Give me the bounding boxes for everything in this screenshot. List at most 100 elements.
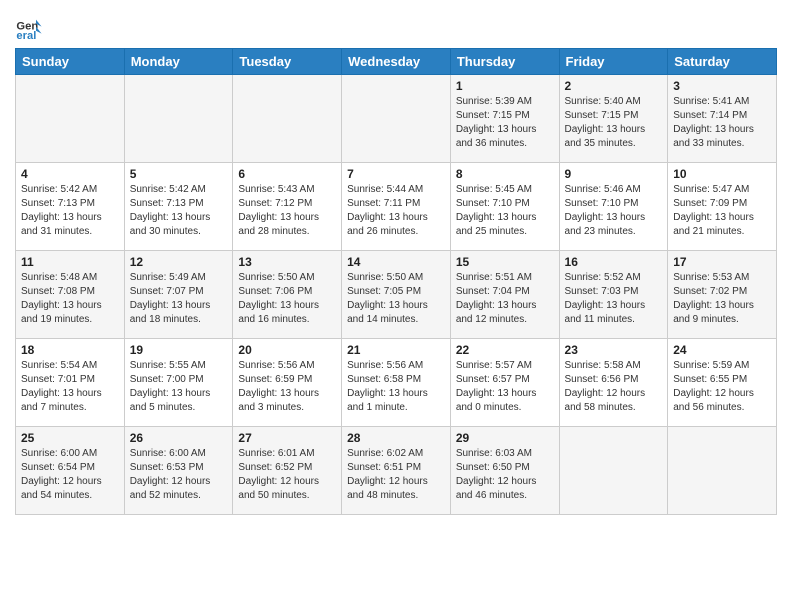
calendar-cell: 6 Sunrise: 5:43 AM Sunset: 7:12 PM Daylig… bbox=[233, 163, 342, 251]
day-number: 4 bbox=[21, 167, 119, 181]
cell-content: Sunrise: 5:56 AM Sunset: 6:59 PM Dayligh… bbox=[238, 359, 336, 415]
cell-content: Sunrise: 6:03 AM Sunset: 6:50 PM Dayligh… bbox=[456, 447, 554, 503]
calendar-cell: 7 Sunrise: 5:44 AM Sunset: 7:11 PM Daylig… bbox=[342, 163, 451, 251]
day-number: 21 bbox=[347, 343, 445, 357]
cell-content: Sunrise: 5:55 AM Sunset: 7:00 PM Dayligh… bbox=[130, 359, 228, 415]
week-row-3: 11Sunrise: 5:48 AM Sunset: 7:08 PM Dayli… bbox=[16, 251, 777, 339]
cell-content: Sunrise: 5:43 AM Sunset: 7:12 PM Dayligh… bbox=[238, 183, 336, 239]
day-number: 2 bbox=[565, 79, 663, 93]
calendar-cell: 12 Sunrise: 5:49 AM Sunset: 7:07 PM Dayli… bbox=[124, 251, 233, 339]
calendar-cell: 8 Sunrise: 5:45 AM Sunset: 7:10 PM Daylig… bbox=[450, 163, 559, 251]
day-number: 8 bbox=[456, 167, 554, 181]
cell-content: Sunrise: 6:00 AM Sunset: 6:54 PM Dayligh… bbox=[21, 447, 119, 503]
week-row-1: 1 Sunrise: 5:39 AM Sunset: 7:15 PM Daylig… bbox=[16, 75, 777, 163]
calendar-cell: 24 Sunrise: 5:59 AM Sunset: 6:55 PM Dayli… bbox=[668, 339, 777, 427]
svg-text:eral: eral bbox=[16, 30, 36, 42]
header-monday: Monday bbox=[124, 49, 233, 75]
header-friday: Friday bbox=[559, 49, 668, 75]
day-number: 17 bbox=[673, 255, 771, 269]
day-number: 16 bbox=[565, 255, 663, 269]
calendar-cell: 29 Sunrise: 6:03 AM Sunset: 6:50 PM Dayli… bbox=[450, 427, 559, 515]
header-sunday: Sunday bbox=[16, 49, 125, 75]
week-row-4: 18 Sunrise: 5:54 AM Sunset: 7:01 PM Dayli… bbox=[16, 339, 777, 427]
calendar-cell: 4 Sunrise: 5:42 AM Sunset: 7:13 PM Daylig… bbox=[16, 163, 125, 251]
calendar-cell: 16 Sunrise: 5:52 AM Sunset: 7:03 PM Dayli… bbox=[559, 251, 668, 339]
week-row-5: 25 Sunrise: 6:00 AM Sunset: 6:54 PM Dayli… bbox=[16, 427, 777, 515]
header-saturday: Saturday bbox=[668, 49, 777, 75]
calendar-cell: 17 Sunrise: 5:53 AM Sunset: 7:02 PM Dayli… bbox=[668, 251, 777, 339]
calendar-table: SundayMondayTuesdayWednesdayThursdayFrid… bbox=[15, 48, 777, 515]
calendar-cell: 15 Sunrise: 5:51 AM Sunset: 7:04 PM Dayli… bbox=[450, 251, 559, 339]
cell-content: Sunrise: 5:54 AM Sunset: 7:01 PM Dayligh… bbox=[21, 359, 119, 415]
day-number: 28 bbox=[347, 431, 445, 445]
logo-icon: Gen eral bbox=[15, 14, 43, 42]
header-row: SundayMondayTuesdayWednesdayThursdayFrid… bbox=[16, 49, 777, 75]
page-header: Gen eral bbox=[15, 10, 777, 42]
day-number: 1 bbox=[456, 79, 554, 93]
cell-content: Sunrise: 5:46 AM Sunset: 7:10 PM Dayligh… bbox=[565, 183, 663, 239]
cell-content: Sunrise: 6:01 AM Sunset: 6:52 PM Dayligh… bbox=[238, 447, 336, 503]
cell-content: Sunrise: 5:50 AM Sunset: 7:05 PM Dayligh… bbox=[347, 271, 445, 327]
calendar-cell bbox=[16, 75, 125, 163]
calendar-cell: 11Sunrise: 5:48 AM Sunset: 7:08 PM Dayli… bbox=[16, 251, 125, 339]
day-number: 22 bbox=[456, 343, 554, 357]
calendar-cell: 13Sunrise: 5:50 AM Sunset: 7:06 PM Dayli… bbox=[233, 251, 342, 339]
day-number: 25 bbox=[21, 431, 119, 445]
day-number: 6 bbox=[238, 167, 336, 181]
cell-content: Sunrise: 5:52 AM Sunset: 7:03 PM Dayligh… bbox=[565, 271, 663, 327]
day-number: 29 bbox=[456, 431, 554, 445]
calendar-cell: 27 Sunrise: 6:01 AM Sunset: 6:52 PM Dayli… bbox=[233, 427, 342, 515]
calendar-cell: 23 Sunrise: 5:58 AM Sunset: 6:56 PM Dayli… bbox=[559, 339, 668, 427]
calendar-cell: 22 Sunrise: 5:57 AM Sunset: 6:57 PM Dayli… bbox=[450, 339, 559, 427]
cell-content: Sunrise: 5:53 AM Sunset: 7:02 PM Dayligh… bbox=[673, 271, 771, 327]
day-number: 7 bbox=[347, 167, 445, 181]
day-number: 14 bbox=[347, 255, 445, 269]
day-number: 9 bbox=[565, 167, 663, 181]
calendar-cell: 28Sunrise: 6:02 AM Sunset: 6:51 PM Dayli… bbox=[342, 427, 451, 515]
cell-content: Sunrise: 5:40 AM Sunset: 7:15 PM Dayligh… bbox=[565, 95, 663, 151]
calendar-cell bbox=[233, 75, 342, 163]
calendar-cell: 10Sunrise: 5:47 AM Sunset: 7:09 PM Dayli… bbox=[668, 163, 777, 251]
cell-content: Sunrise: 5:44 AM Sunset: 7:11 PM Dayligh… bbox=[347, 183, 445, 239]
day-number: 24 bbox=[673, 343, 771, 357]
week-row-2: 4 Sunrise: 5:42 AM Sunset: 7:13 PM Daylig… bbox=[16, 163, 777, 251]
calendar-cell: 21Sunrise: 5:56 AM Sunset: 6:58 PM Dayli… bbox=[342, 339, 451, 427]
day-number: 18 bbox=[21, 343, 119, 357]
calendar-cell: 18 Sunrise: 5:54 AM Sunset: 7:01 PM Dayli… bbox=[16, 339, 125, 427]
calendar-cell: 9 Sunrise: 5:46 AM Sunset: 7:10 PM Daylig… bbox=[559, 163, 668, 251]
cell-content: Sunrise: 5:45 AM Sunset: 7:10 PM Dayligh… bbox=[456, 183, 554, 239]
calendar-cell bbox=[342, 75, 451, 163]
cell-content: Sunrise: 5:39 AM Sunset: 7:15 PM Dayligh… bbox=[456, 95, 554, 151]
header-tuesday: Tuesday bbox=[233, 49, 342, 75]
cell-content: Sunrise: 5:59 AM Sunset: 6:55 PM Dayligh… bbox=[673, 359, 771, 415]
cell-content: Sunrise: 5:49 AM Sunset: 7:07 PM Dayligh… bbox=[130, 271, 228, 327]
cell-content: Sunrise: 5:42 AM Sunset: 7:13 PM Dayligh… bbox=[130, 183, 228, 239]
calendar-cell: 14 Sunrise: 5:50 AM Sunset: 7:05 PM Dayli… bbox=[342, 251, 451, 339]
cell-content: Sunrise: 5:51 AM Sunset: 7:04 PM Dayligh… bbox=[456, 271, 554, 327]
calendar-cell: 1 Sunrise: 5:39 AM Sunset: 7:15 PM Daylig… bbox=[450, 75, 559, 163]
header-wednesday: Wednesday bbox=[342, 49, 451, 75]
day-number: 19 bbox=[130, 343, 228, 357]
day-number: 11 bbox=[21, 255, 119, 269]
cell-content: Sunrise: 6:00 AM Sunset: 6:53 PM Dayligh… bbox=[130, 447, 228, 503]
cell-content: Sunrise: 5:57 AM Sunset: 6:57 PM Dayligh… bbox=[456, 359, 554, 415]
calendar-cell bbox=[668, 427, 777, 515]
day-number: 15 bbox=[456, 255, 554, 269]
calendar-cell bbox=[124, 75, 233, 163]
day-number: 27 bbox=[238, 431, 336, 445]
day-number: 20 bbox=[238, 343, 336, 357]
day-number: 3 bbox=[673, 79, 771, 93]
day-number: 10 bbox=[673, 167, 771, 181]
cell-content: Sunrise: 5:41 AM Sunset: 7:14 PM Dayligh… bbox=[673, 95, 771, 151]
calendar-cell: 5 Sunrise: 5:42 AM Sunset: 7:13 PM Daylig… bbox=[124, 163, 233, 251]
logo: Gen eral bbox=[15, 10, 47, 42]
cell-content: Sunrise: 5:42 AM Sunset: 7:13 PM Dayligh… bbox=[21, 183, 119, 239]
day-number: 5 bbox=[130, 167, 228, 181]
cell-content: Sunrise: 5:50 AM Sunset: 7:06 PM Dayligh… bbox=[238, 271, 336, 327]
calendar-cell: 20 Sunrise: 5:56 AM Sunset: 6:59 PM Dayli… bbox=[233, 339, 342, 427]
day-number: 26 bbox=[130, 431, 228, 445]
day-number: 12 bbox=[130, 255, 228, 269]
cell-content: Sunrise: 5:58 AM Sunset: 6:56 PM Dayligh… bbox=[565, 359, 663, 415]
calendar-cell: 3 Sunrise: 5:41 AM Sunset: 7:14 PM Daylig… bbox=[668, 75, 777, 163]
day-number: 23 bbox=[565, 343, 663, 357]
